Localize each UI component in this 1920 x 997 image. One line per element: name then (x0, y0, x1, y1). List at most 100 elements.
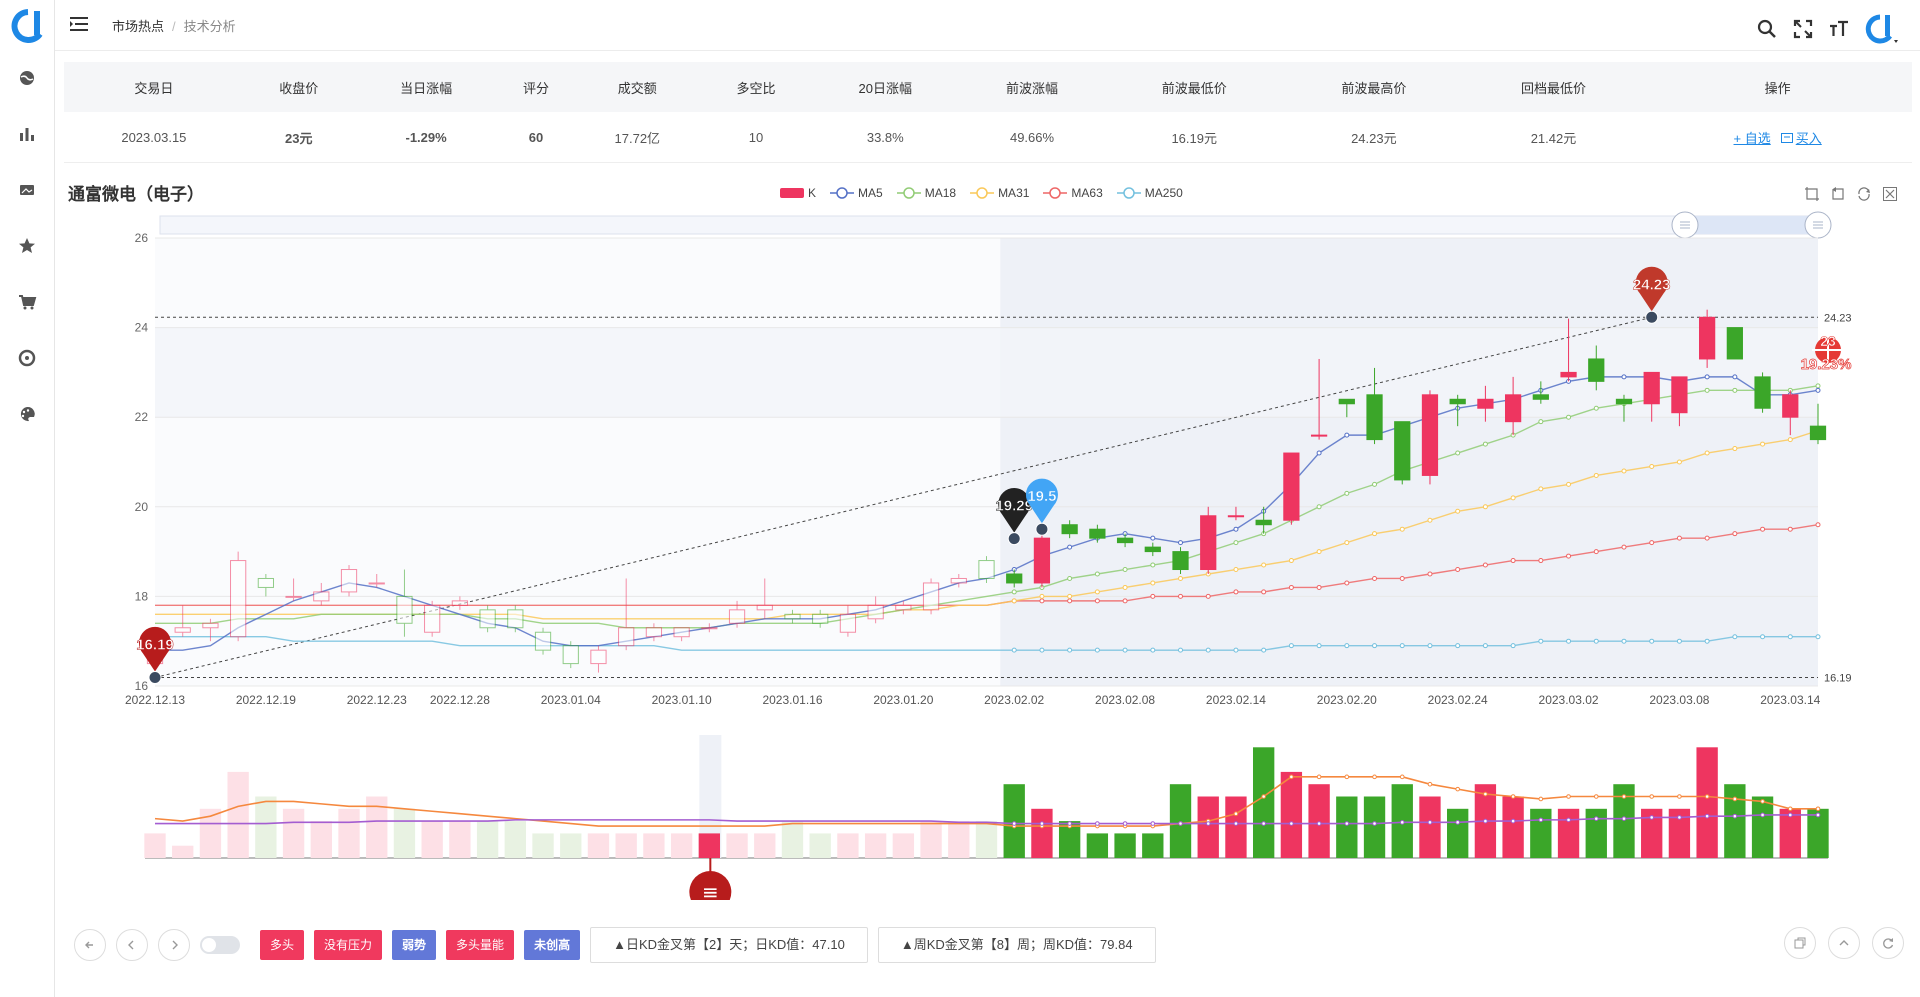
volume-ma-point (1593, 794, 1599, 799)
volume-ma-point (1732, 813, 1738, 819)
volume-bar (1751, 796, 1774, 858)
volume-bar (1308, 784, 1330, 858)
y-tick-label: 22 (135, 410, 149, 424)
candle-body (1809, 425, 1827, 441)
candle-body (950, 577, 967, 584)
candle-body (1504, 394, 1522, 423)
ma-point (1760, 441, 1766, 447)
ma-point (1316, 584, 1322, 590)
x-tick-label: 2023.01.10 (652, 693, 712, 707)
ma-point (1593, 472, 1599, 478)
volume-bar (1169, 784, 1192, 858)
copy-icon (1794, 937, 1806, 949)
tag-no-pressure[interactable]: 没有压力 (314, 930, 383, 960)
volume-bar (1557, 808, 1580, 858)
volume-ma-point (1787, 812, 1793, 818)
ma-point (1150, 535, 1156, 541)
volume-bar (698, 833, 721, 858)
toggle-switch[interactable] (200, 936, 240, 954)
volume-bar (1336, 796, 1358, 858)
x-tick-label: 2023.02.14 (1206, 693, 1266, 707)
ma-point (1593, 638, 1599, 644)
ma-point (1039, 593, 1045, 599)
volume-ma-point (1538, 817, 1544, 823)
volume-ma-point (1261, 794, 1266, 799)
ma-point (1039, 598, 1045, 604)
candle-body (1477, 398, 1494, 409)
right-controls (1784, 927, 1904, 959)
volume-bar (1086, 833, 1109, 858)
zoom-slider-handle[interactable] (1671, 211, 1699, 239)
tag-bull-volume[interactable]: 多头量能 (446, 930, 515, 960)
volume-bar (975, 821, 998, 858)
tag-bull[interactable]: 多头 (260, 930, 305, 960)
volume-bar (1114, 833, 1136, 858)
ma-point (1566, 481, 1572, 487)
candle (1394, 421, 1411, 485)
volume-ma-point (1677, 815, 1682, 820)
ma-point (1067, 593, 1073, 599)
ma-point (1344, 432, 1350, 438)
tag-weak[interactable]: 弱势 (392, 930, 437, 960)
candle-body (313, 591, 330, 602)
ma-point (1760, 526, 1766, 532)
volume-bar (754, 833, 776, 858)
candle-body (784, 613, 801, 620)
prev-button[interactable] (116, 929, 148, 961)
volume-ma-point (1344, 774, 1350, 780)
ma-point (1455, 508, 1461, 514)
volume-ma-point (1704, 794, 1710, 799)
candle-body (507, 609, 524, 629)
ma-point (1094, 647, 1100, 653)
candle-body (1255, 519, 1272, 526)
ma-point (1094, 598, 1100, 604)
candle-body (701, 627, 718, 630)
volume-ma-point (1677, 794, 1682, 799)
candle-body (645, 627, 663, 638)
ma-point (1815, 387, 1821, 393)
volume-bar (781, 821, 804, 858)
ma-point (1482, 643, 1488, 649)
ma-point (1621, 638, 1627, 644)
volume-ma-point (1566, 794, 1571, 799)
zoom-slider-handle[interactable] (1804, 211, 1832, 239)
candle-body (1394, 421, 1411, 481)
volume-ma-point (1815, 806, 1821, 812)
candle-body (1061, 524, 1078, 535)
copy-button[interactable] (1784, 927, 1816, 959)
x-tick-label: 2023.02.02 (984, 693, 1044, 707)
ma-point (1732, 387, 1738, 393)
volume-ma-point (1150, 821, 1156, 826)
volume-ma-point (1067, 821, 1072, 826)
candle-body (1754, 376, 1771, 409)
tag-no-new-high[interactable]: 未创高 (524, 930, 581, 960)
ma-point (1288, 584, 1294, 590)
volume-ma-point (1483, 791, 1488, 797)
ma-point (1649, 463, 1655, 469)
toggle-knob (202, 938, 216, 952)
next-button[interactable] (158, 929, 190, 961)
candle-body (202, 622, 219, 629)
kline-chart[interactable]: 16 18 20 22 24 26 2022.12.13 2022.12.19 2022.12.… (0, 0, 1920, 900)
volume-ma-point (1593, 816, 1599, 821)
candle-body (673, 627, 690, 638)
ma-point (1455, 567, 1461, 573)
first-button[interactable] (74, 929, 106, 961)
volume-bar (1225, 796, 1247, 858)
ma-point (1399, 575, 1405, 581)
volume-bar (393, 808, 416, 858)
refresh-button[interactable] (1872, 927, 1904, 959)
scroll-top-button[interactable] (1828, 927, 1860, 959)
ma-point (1732, 634, 1738, 640)
volume-bar (560, 833, 582, 858)
candle (1421, 390, 1439, 485)
volume-bar (1197, 796, 1219, 858)
ma-point (1233, 647, 1239, 653)
ma-point (1427, 643, 1433, 649)
ma-point (1538, 486, 1544, 492)
marker-dot (1035, 522, 1049, 536)
ma-point (1649, 540, 1655, 546)
ma-point (1067, 544, 1073, 550)
candle-body (1144, 546, 1161, 553)
marker-dot (1645, 310, 1659, 324)
